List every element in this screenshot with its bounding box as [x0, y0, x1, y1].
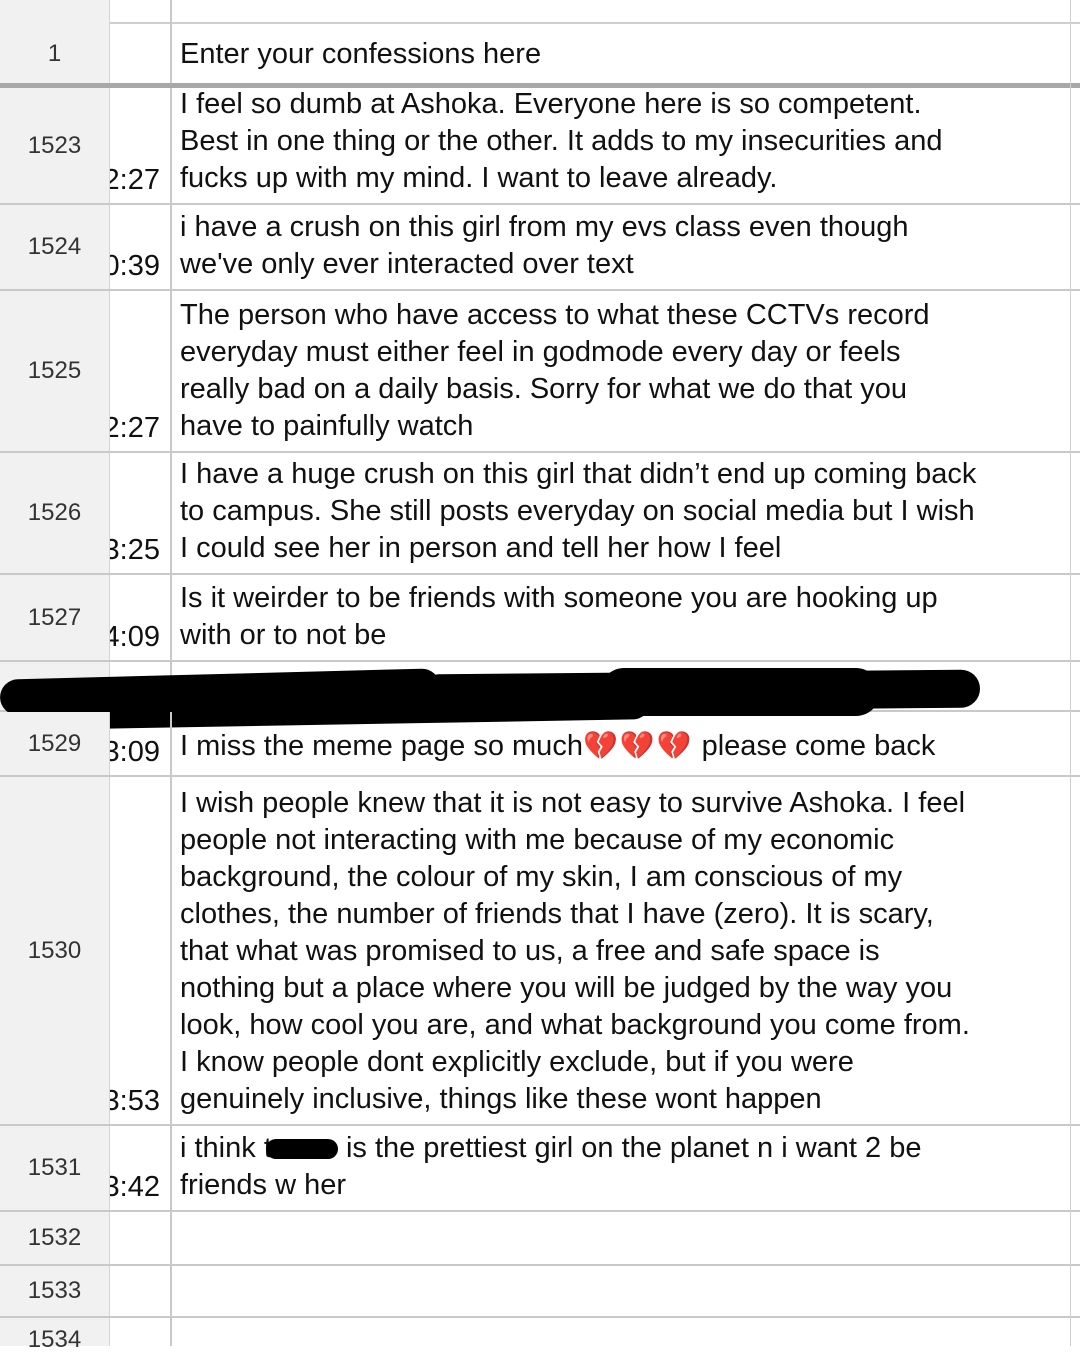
- sheet-row[interactable]: 1524 0:39 i have a crush on this girl fr…: [0, 205, 1080, 291]
- timestamp-cell[interactable]: [110, 1318, 172, 1346]
- confession-text-before: i think t: [180, 1132, 272, 1164]
- sheet-row-header[interactable]: 1 Enter your confessions here: [0, 24, 1080, 88]
- timestamp-cell[interactable]: 2:27: [110, 88, 172, 203]
- confession-cell[interactable]: The person who have access to what these…: [180, 297, 1068, 445]
- sheet-row[interactable]: 1526 3:25 I have a huge crush on this gi…: [0, 453, 1080, 575]
- timestamp-cell[interactable]: [110, 24, 172, 83]
- sheet-row[interactable]: 1525 2:27 The person who have access to …: [0, 291, 1080, 453]
- confession-cell[interactable]: I have a huge crush on this girl that di…: [180, 456, 1068, 567]
- timestamp: 3:53: [110, 1085, 160, 1117]
- confession-cell[interactable]: i have a crush on this girl from my evs …: [180, 209, 1068, 283]
- timestamp: 3:09: [110, 736, 160, 768]
- sheet-row[interactable]: 1529 3:09 I miss the meme page so much💔💔…: [0, 712, 1080, 777]
- row-number[interactable]: 1534: [0, 1318, 110, 1353]
- confession-text-after: please come back: [701, 730, 936, 762]
- sheet-row[interactable]: 1534: [0, 1318, 1080, 1353]
- row-number[interactable]: 1525: [0, 291, 110, 451]
- corner-cell: [0, 0, 110, 24]
- timestamp: 3:25: [110, 534, 160, 566]
- timestamp-cell[interactable]: 4:09: [110, 575, 172, 660]
- timestamp: 2:27: [110, 412, 160, 444]
- confession-cell[interactable]: I wish people knew that it is not easy t…: [180, 785, 1068, 1118]
- row-number[interactable]: 1530: [0, 777, 110, 1124]
- timestamp-cell[interactable]: [110, 1266, 172, 1316]
- row-number[interactable]: 1531: [0, 1126, 110, 1210]
- row-number[interactable]: 1: [0, 24, 110, 83]
- timestamp-cell[interactable]: 2:27: [110, 291, 172, 451]
- column-divider: [170, 0, 172, 24]
- row-number[interactable]: 1533: [0, 1266, 110, 1316]
- sheet-row[interactable]: 1523 2:27 I feel so dumb at Ashoka. Ever…: [0, 88, 1080, 205]
- column-header-strip: [0, 0, 1080, 24]
- redaction-scribble: [600, 668, 880, 716]
- redaction-mark: [265, 1139, 338, 1160]
- column-divider-right: [1070, 0, 1071, 1346]
- row-number[interactable]: 1524: [0, 205, 110, 289]
- confession-text: I miss the meme page so much: [180, 730, 583, 762]
- confession-cell[interactable]: I feel so dumb at Ashoka. Everyone here …: [180, 86, 1068, 197]
- timestamp-cell[interactable]: [110, 1212, 172, 1264]
- sheet-row[interactable]: 1530 3:53 I wish people knew that it is …: [0, 777, 1080, 1126]
- sheet-row[interactable]: 1531 3:42 i think t is the prettiest gir…: [0, 1126, 1080, 1212]
- sheet-row[interactable]: 1533: [0, 1266, 1080, 1318]
- confession-cell[interactable]: i think t is the prettiest girl on the p…: [180, 1130, 1068, 1204]
- row-number[interactable]: 1526: [0, 453, 110, 573]
- broken-heart-icon: 💔💔💔: [582, 729, 694, 762]
- timestamp-cell[interactable]: 3:25: [110, 453, 172, 573]
- timestamp-cell[interactable]: 3:42: [110, 1126, 172, 1210]
- timestamp: 3:42: [110, 1171, 160, 1203]
- sheet-row[interactable]: 1532: [0, 1212, 1080, 1266]
- timestamp: 0:39: [110, 250, 160, 282]
- row-number[interactable]: 1523: [0, 88, 110, 203]
- sheet-row[interactable]: 1527 4:09 Is it weirder to be friends wi…: [0, 575, 1080, 662]
- timestamp-cell[interactable]: 3:09: [110, 712, 172, 775]
- spreadsheet: 1 Enter your confessions here 1523 2:27 …: [0, 0, 1080, 1353]
- timestamp: 2:27: [110, 164, 160, 196]
- confession-cell[interactable]: I miss the meme page so much💔💔💔 please c…: [180, 727, 1068, 765]
- timestamp-cell[interactable]: 3:53: [110, 777, 172, 1124]
- row-number[interactable]: 1529: [0, 712, 110, 775]
- confession-cell[interactable]: Enter your confessions here: [180, 36, 1068, 73]
- timestamp-cell[interactable]: 0:39: [110, 205, 172, 289]
- row-number[interactable]: 1527: [0, 575, 110, 660]
- confession-cell[interactable]: Is it weirder to be friends with someone…: [180, 580, 1068, 654]
- row-number[interactable]: 1532: [0, 1212, 110, 1264]
- timestamp: 4:09: [110, 621, 160, 653]
